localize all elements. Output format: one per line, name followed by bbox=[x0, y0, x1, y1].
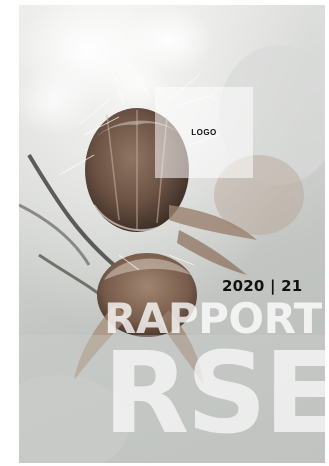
title-rse: RSE bbox=[103, 329, 325, 459]
report-year: 2020 | 21 bbox=[222, 277, 303, 295]
logo-placeholder: LOGO bbox=[155, 87, 253, 178]
logo-label: LOGO bbox=[191, 128, 217, 137]
report-cover: LOGO 2020 | 21 RAPPORT RSE bbox=[19, 5, 325, 463]
